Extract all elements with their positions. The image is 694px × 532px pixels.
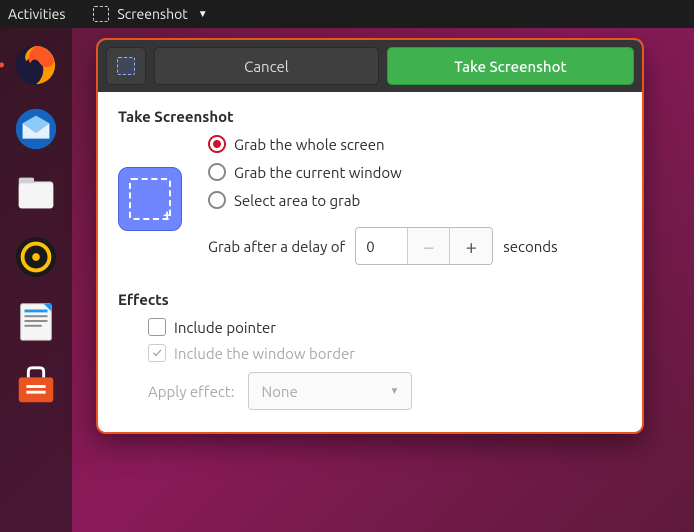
- delay-label-after: seconds: [503, 238, 557, 255]
- radio-whole-screen[interactable]: Grab the whole screen: [208, 135, 622, 153]
- radio-icon: [208, 191, 226, 209]
- checkbox-icon: [148, 318, 166, 336]
- radio-label: Grab the whole screen: [234, 136, 385, 153]
- dock-item-firefox[interactable]: [9, 38, 63, 92]
- dock-item-thunderbird[interactable]: [9, 102, 63, 156]
- selection-icon: [117, 57, 135, 75]
- chevron-down-icon: ▼: [390, 385, 400, 397]
- radio-select-area[interactable]: Select area to grab: [208, 191, 622, 209]
- dock-item-files[interactable]: [9, 166, 63, 220]
- apply-effect-label: Apply effect:: [148, 383, 234, 400]
- delay-decrement-button[interactable]: −: [408, 228, 450, 264]
- take-screenshot-button[interactable]: Take Screenshot: [387, 47, 634, 85]
- radio-icon: [208, 163, 226, 181]
- app-menu[interactable]: Screenshot ▼: [93, 6, 207, 22]
- checkbox-label: Include the window border: [174, 345, 355, 362]
- screenshot-icon: [93, 6, 109, 22]
- selection-icon: [129, 178, 171, 220]
- apply-effect-combo: None ▼: [248, 372, 412, 410]
- grab-mode-radios: Grab the whole screen Grab the current w…: [208, 135, 622, 209]
- combo-value: None: [261, 383, 297, 400]
- effects-heading: Effects: [118, 291, 622, 308]
- checkbox-label: Include pointer: [174, 319, 276, 336]
- apply-effect-row: Apply effect: None ▼: [148, 372, 622, 410]
- delay-spinbutton[interactable]: 0 − +: [355, 227, 493, 265]
- preview-thumbnail: [118, 167, 182, 231]
- effects-section: Effects Include pointer Include the wind…: [118, 291, 622, 410]
- radio-current-window[interactable]: Grab the current window: [208, 163, 622, 181]
- delay-value[interactable]: 0: [356, 228, 408, 264]
- radio-icon: [208, 135, 226, 153]
- dock-item-libreoffice-writer[interactable]: [9, 294, 63, 348]
- app-menu-label: Screenshot: [117, 6, 187, 22]
- screenshot-window: Cancel Take Screenshot Take Screenshot G…: [98, 40, 642, 432]
- take-screenshot-heading: Take Screenshot: [118, 108, 622, 125]
- cancel-button[interactable]: Cancel: [154, 47, 379, 85]
- top-bar: Activities Screenshot ▼: [0, 0, 694, 28]
- include-border-checkbox: Include the window border: [148, 344, 622, 362]
- activities-button[interactable]: Activities: [8, 6, 65, 22]
- chevron-down-icon: ▼: [198, 8, 208, 20]
- dock-item-rhythmbox[interactable]: [9, 230, 63, 284]
- delay-label-before: Grab after a delay of: [208, 238, 345, 255]
- dock: [0, 28, 72, 532]
- radio-label: Grab the current window: [234, 164, 402, 181]
- header-bar: Cancel Take Screenshot: [98, 40, 642, 92]
- dock-item-software[interactable]: [9, 358, 63, 412]
- window-body: Take Screenshot Grab the whole screen Gr…: [98, 92, 642, 432]
- delay-row: Grab after a delay of 0 − + seconds: [208, 227, 622, 265]
- selection-mode-button[interactable]: [106, 47, 146, 85]
- include-pointer-checkbox[interactable]: Include pointer: [148, 318, 622, 336]
- delay-increment-button[interactable]: +: [450, 228, 492, 264]
- checkbox-icon: [148, 344, 166, 362]
- radio-label: Select area to grab: [234, 192, 360, 209]
